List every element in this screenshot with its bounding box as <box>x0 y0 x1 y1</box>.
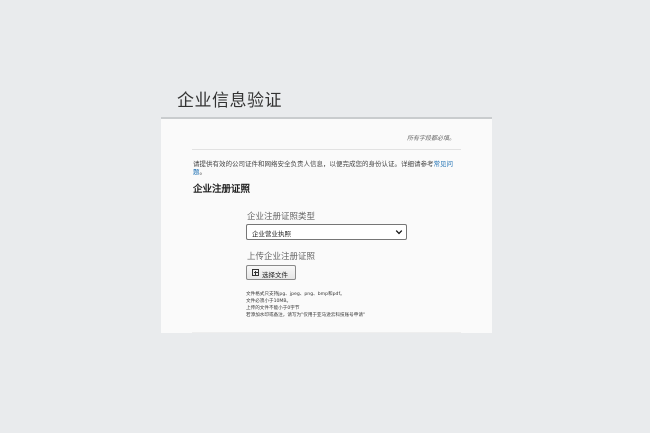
file-requirement-item: 文件格式只支持jpg、jpeg、png、bmp和pdf。 <box>246 292 345 297</box>
license-type-label: 企业注册证照类型 <box>247 212 316 222</box>
intro-text-body: 请提供有效的公司证件和网络安全负责人信息，以便完成您的身份认证。详细请参考 <box>193 160 434 168</box>
upload-icon <box>252 269 259 276</box>
divider <box>192 149 461 150</box>
required-fields-note: 所有字段都必填。 <box>406 135 455 142</box>
license-type-selected-value: 企业营业执照 <box>252 230 291 238</box>
file-requirement-item: 上传的文件不能小于0字节 <box>246 306 300 311</box>
license-type-select[interactable]: 企业营业执照 <box>246 224 407 240</box>
file-requirement-item: 若添加水印或备注，请写为"仅用于亚马逊云科技账号申请" <box>246 313 366 318</box>
choose-file-button[interactable]: 选择文件 <box>246 265 296 280</box>
intro-text-end: 。 <box>199 168 207 176</box>
divider <box>192 332 461 333</box>
upload-license-label: 上传企业注册证照 <box>247 252 316 262</box>
page-title: 企业信息验证 <box>177 91 282 111</box>
intro-text: 请提供有效的公司证件和网络安全负责人信息，以便完成您的身份认证。详细请参考常见问… <box>193 160 461 176</box>
file-requirements: 文件格式只支持jpg、jpeg、png、bmp和pdf。 文件必须小于10MB。… <box>246 291 446 319</box>
section-title: 企业注册证照 <box>193 184 251 195</box>
chevron-down-icon <box>395 230 403 235</box>
file-requirement-item: 文件必须小于10MB。 <box>246 299 292 304</box>
verification-form-card: 所有字段都必填。 请提供有效的公司证件和网络安全负责人信息，以便完成您的身份认证… <box>161 117 492 333</box>
choose-file-label: 选择文件 <box>262 271 288 279</box>
